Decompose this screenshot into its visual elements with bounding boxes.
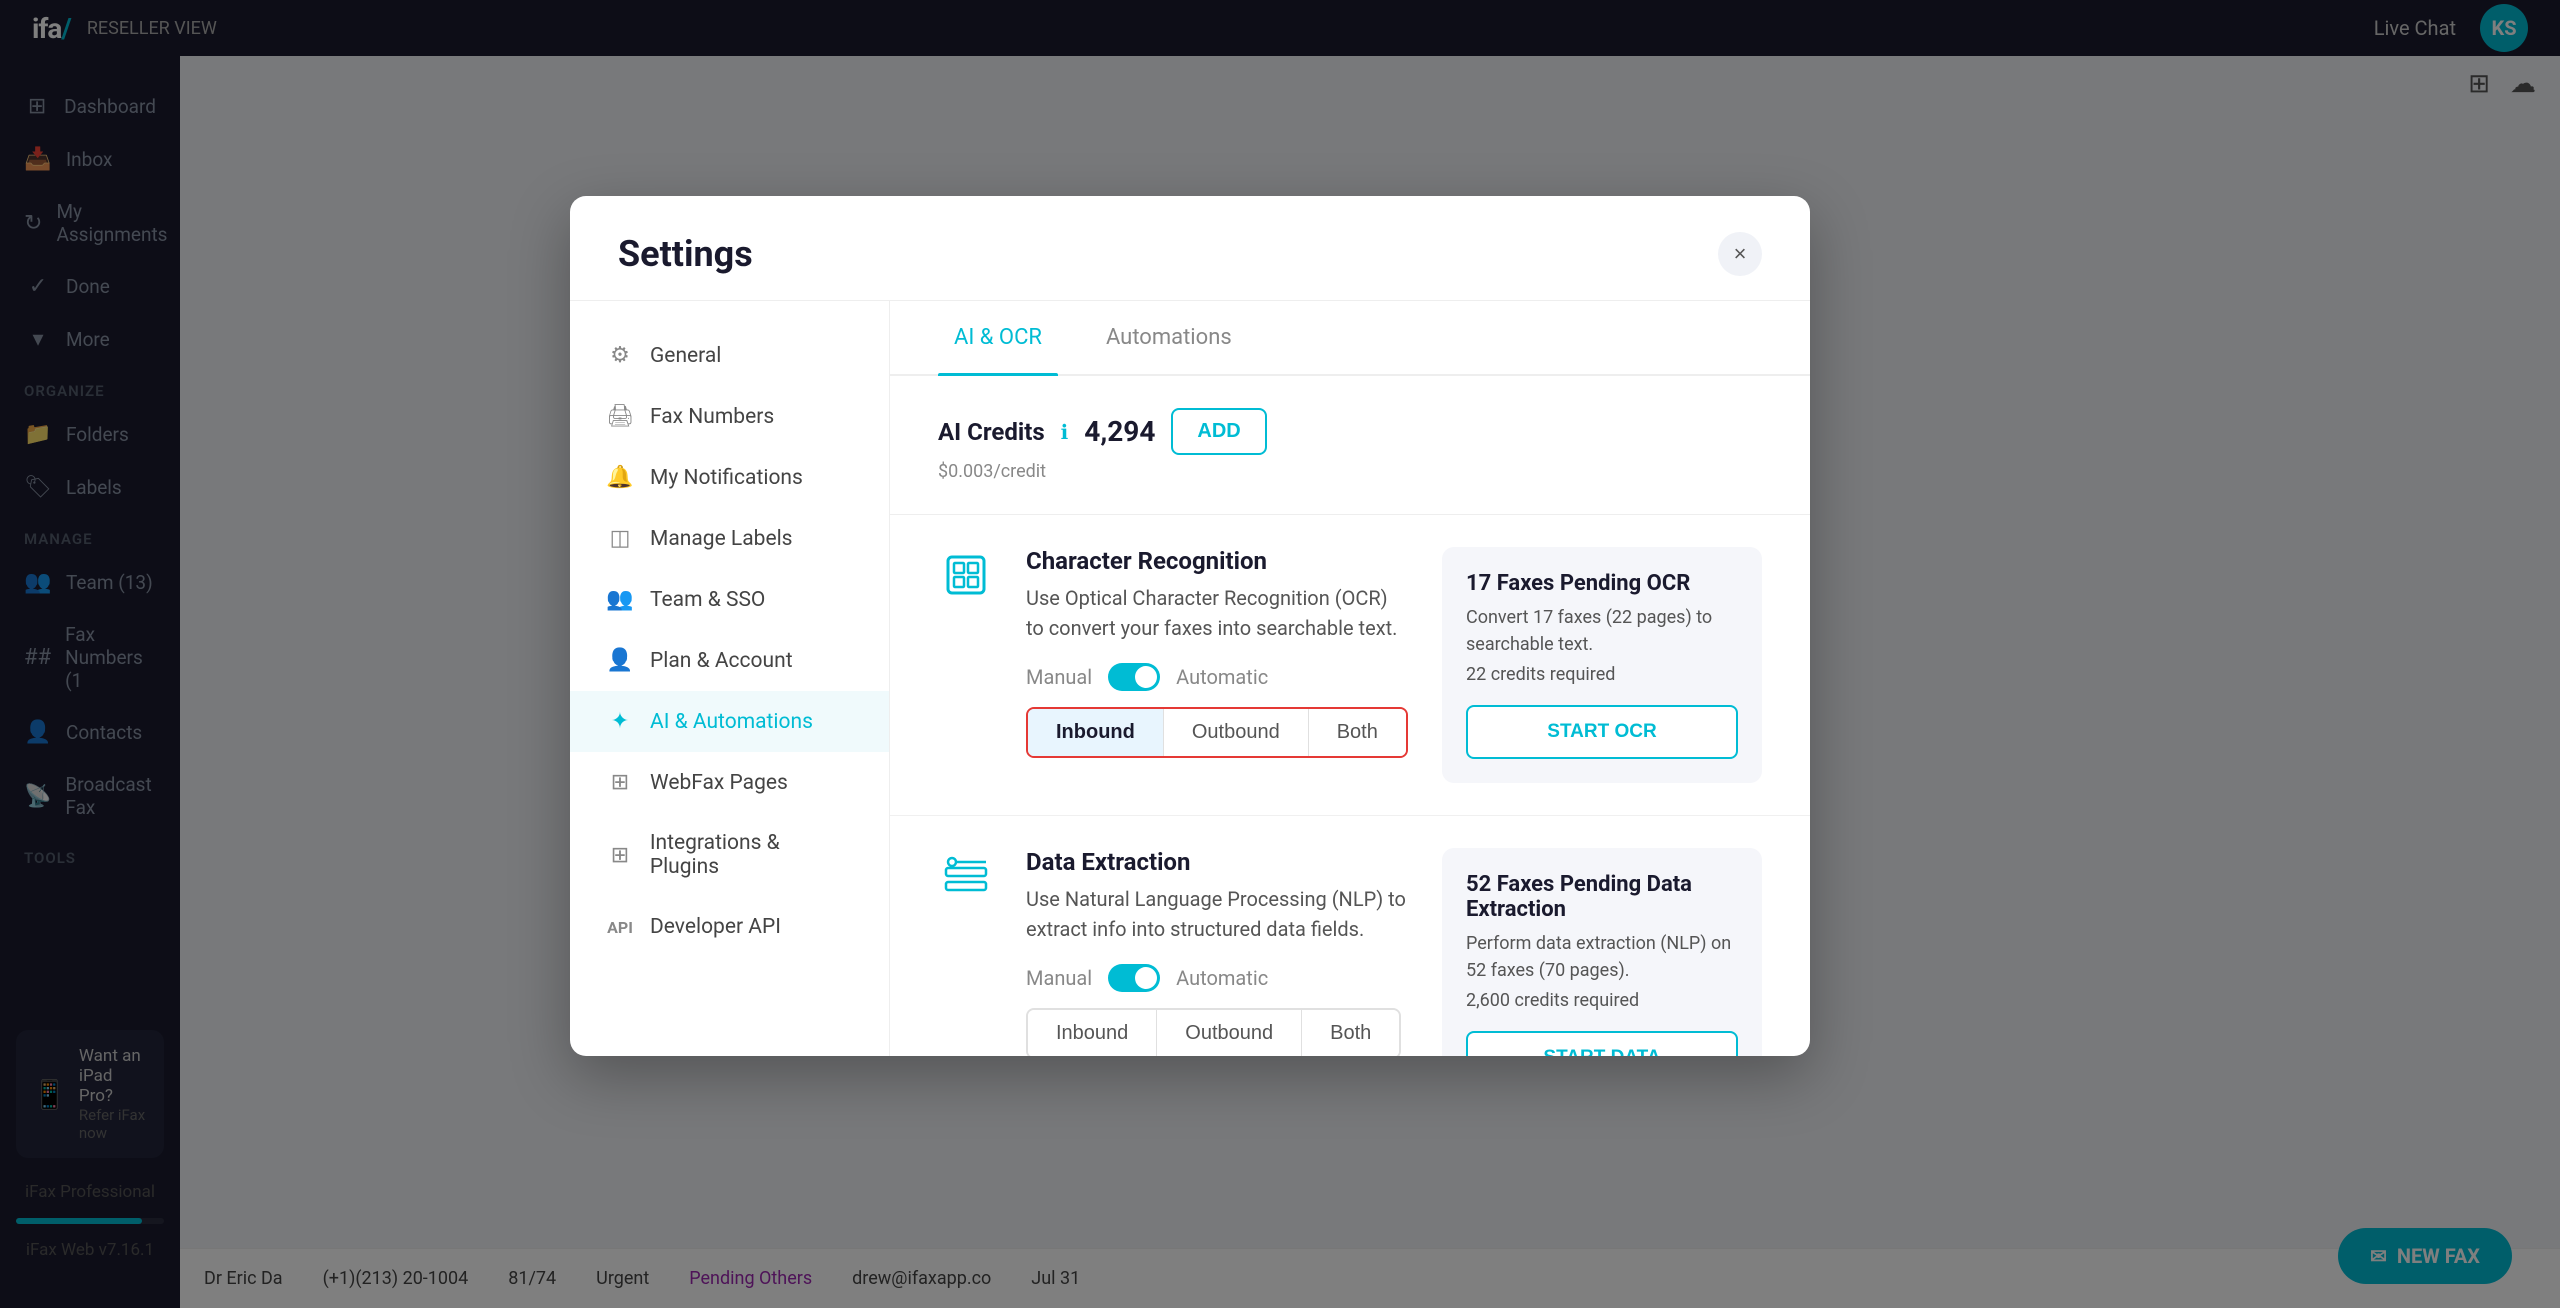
settings-nav-label-ai-automations: AI & Automations [650, 710, 813, 734]
ocr-automatic-label: Automatic [1176, 665, 1268, 689]
nlp-manual-label: Manual [1026, 966, 1092, 990]
settings-nav-fax-numbers[interactable]: 🖨 Fax Numbers [570, 386, 889, 447]
ai-credits-section: AI Credits ℹ 4,294 ADD $0.003/credit [890, 376, 1810, 515]
tab-ai-ocr[interactable]: AI & OCR [938, 301, 1058, 374]
team-sso-icon: 👥 [606, 587, 634, 612]
settings-sidebar: ⚙ General 🖨 Fax Numbers 🔔 My Notificatio… [570, 301, 890, 1056]
ocr-pending-credits: 22 credits required [1466, 664, 1738, 685]
nlp-pending-card-container: 52 Faxes Pending Data Extraction Perform… [1442, 848, 1762, 1056]
modal-title: Settings [618, 233, 753, 275]
webfax-icon: ⊞ [606, 770, 634, 795]
ai-automations-icon: ✦ [606, 709, 634, 734]
settings-nav-ai-automations[interactable]: ✦ AI & Automations [570, 691, 889, 752]
ocr-description: Use Optical Character Recognition (OCR) … [1026, 583, 1410, 643]
modal-close-button[interactable]: × [1718, 232, 1762, 276]
ocr-pending-title: 17 Faxes Pending OCR [1466, 571, 1738, 596]
ocr-manual-label: Manual [1026, 665, 1092, 689]
nlp-automatic-label: Automatic [1176, 966, 1268, 990]
nlp-icon [938, 848, 994, 904]
plan-account-icon: 👤 [606, 648, 634, 673]
settings-nav-team-sso[interactable]: 👥 Team & SSO [570, 569, 889, 630]
ocr-direction-inbound[interactable]: Inbound [1028, 709, 1164, 756]
settings-nav-label-fax-numbers: Fax Numbers [650, 405, 774, 429]
developer-api-icon: API [606, 918, 634, 937]
ai-credits-info-icon[interactable]: ℹ [1061, 420, 1069, 444]
ocr-pending-desc: Convert 17 faxes (22 pages) to searchabl… [1466, 604, 1738, 658]
settings-nav-integrations[interactable]: ⊞ Integrations & Plugins [570, 813, 889, 897]
nlp-direction-inbound[interactable]: Inbound [1028, 1010, 1157, 1056]
settings-nav-label-plan-account: Plan & Account [650, 649, 793, 673]
nlp-pending-title: 52 Faxes Pending Data Extraction [1466, 872, 1738, 922]
ocr-toggle[interactable] [1108, 663, 1160, 691]
settings-nav-general[interactable]: ⚙ General [570, 325, 889, 386]
settings-modal: Settings × ⚙ General 🖨 Fax Numbers [570, 196, 1810, 1056]
ai-credits-value: 4,294 [1084, 415, 1155, 448]
notifications-icon: 🔔 [606, 465, 634, 490]
settings-content: AI & OCR Automations AI Credits ℹ 4,294 … [890, 301, 1810, 1056]
nlp-toggle-row: Manual Automatic [1026, 964, 1410, 992]
nlp-pending-desc: Perform data extraction (NLP) on 52 faxe… [1466, 930, 1738, 984]
nlp-description: Use Natural Language Processing (NLP) to… [1026, 884, 1410, 944]
start-ocr-button[interactable]: START OCR [1466, 705, 1738, 759]
settings-nav-label-manage-labels: Manage Labels [650, 527, 793, 551]
settings-nav-manage-labels[interactable]: ◫ Manage Labels [570, 508, 889, 569]
settings-nav-label-developer-api: Developer API [650, 915, 781, 939]
settings-nav-plan-account[interactable]: 👤 Plan & Account [570, 630, 889, 691]
manage-labels-icon: ◫ [606, 526, 634, 551]
settings-nav-my-notifications[interactable]: 🔔 My Notifications [570, 447, 889, 508]
character-recognition-main: Character Recognition Use Optical Charac… [1026, 547, 1410, 783]
settings-tabs: AI & OCR Automations [890, 301, 1810, 376]
ocr-icon [938, 547, 994, 603]
start-data-extraction-button[interactable]: START DATA EXTRACTION [1466, 1031, 1738, 1056]
add-credits-button[interactable]: ADD [1171, 408, 1266, 455]
character-recognition-section: Character Recognition Use Optical Charac… [890, 515, 1810, 816]
modal-header: Settings × [570, 196, 1810, 301]
ocr-toggle-row: Manual Automatic [1026, 663, 1410, 691]
ocr-direction-selector: Inbound Outbound Both [1026, 707, 1408, 758]
settings-nav-label-webfax: WebFax Pages [650, 771, 788, 795]
settings-nav-label-integrations: Integrations & Plugins [650, 831, 853, 879]
settings-nav-label-team-sso: Team & SSO [650, 588, 765, 612]
tab-automations[interactable]: Automations [1090, 301, 1248, 374]
ocr-title: Character Recognition [1026, 547, 1410, 575]
modal-body: ⚙ General 🖨 Fax Numbers 🔔 My Notificatio… [570, 301, 1810, 1056]
data-extraction-main: Data Extraction Use Natural Language Pro… [1026, 848, 1410, 1056]
fax-numbers-settings-icon: 🖨 [606, 404, 634, 429]
ai-credits-label: AI Credits [938, 418, 1045, 446]
ocr-direction-outbound[interactable]: Outbound [1164, 709, 1309, 756]
nlp-direction-outbound[interactable]: Outbound [1157, 1010, 1302, 1056]
nlp-pending-credits: 2,600 credits required [1466, 990, 1738, 1011]
general-icon: ⚙ [606, 343, 634, 368]
nlp-pending-card: 52 Faxes Pending Data Extraction Perform… [1442, 848, 1762, 1056]
ocr-direction-both[interactable]: Both [1309, 709, 1406, 756]
credits-sub-label: $0.003/credit [938, 461, 1762, 482]
integrations-icon: ⊞ [606, 843, 634, 868]
nlp-direction-both[interactable]: Both [1302, 1010, 1399, 1056]
nlp-toggle[interactable] [1108, 964, 1160, 992]
settings-nav-label-general: General [650, 344, 721, 368]
tab-ai-ocr-label: AI & OCR [954, 325, 1042, 350]
modal-overlay: Settings × ⚙ General 🖨 Fax Numbers [0, 0, 2560, 1308]
tab-automations-label: Automations [1106, 325, 1232, 350]
settings-nav-developer-api[interactable]: API Developer API [570, 897, 889, 957]
nlp-direction-selector: Inbound Outbound Both [1026, 1008, 1401, 1056]
settings-nav-label-notifications: My Notifications [650, 466, 803, 490]
ocr-pending-card: 17 Faxes Pending OCR Convert 17 faxes (2… [1442, 547, 1762, 783]
settings-nav-webfax[interactable]: ⊞ WebFax Pages [570, 752, 889, 813]
data-extraction-section: Data Extraction Use Natural Language Pro… [890, 816, 1810, 1056]
ocr-pending-card-container: 17 Faxes Pending OCR Convert 17 faxes (2… [1442, 547, 1762, 783]
nlp-title: Data Extraction [1026, 848, 1410, 876]
